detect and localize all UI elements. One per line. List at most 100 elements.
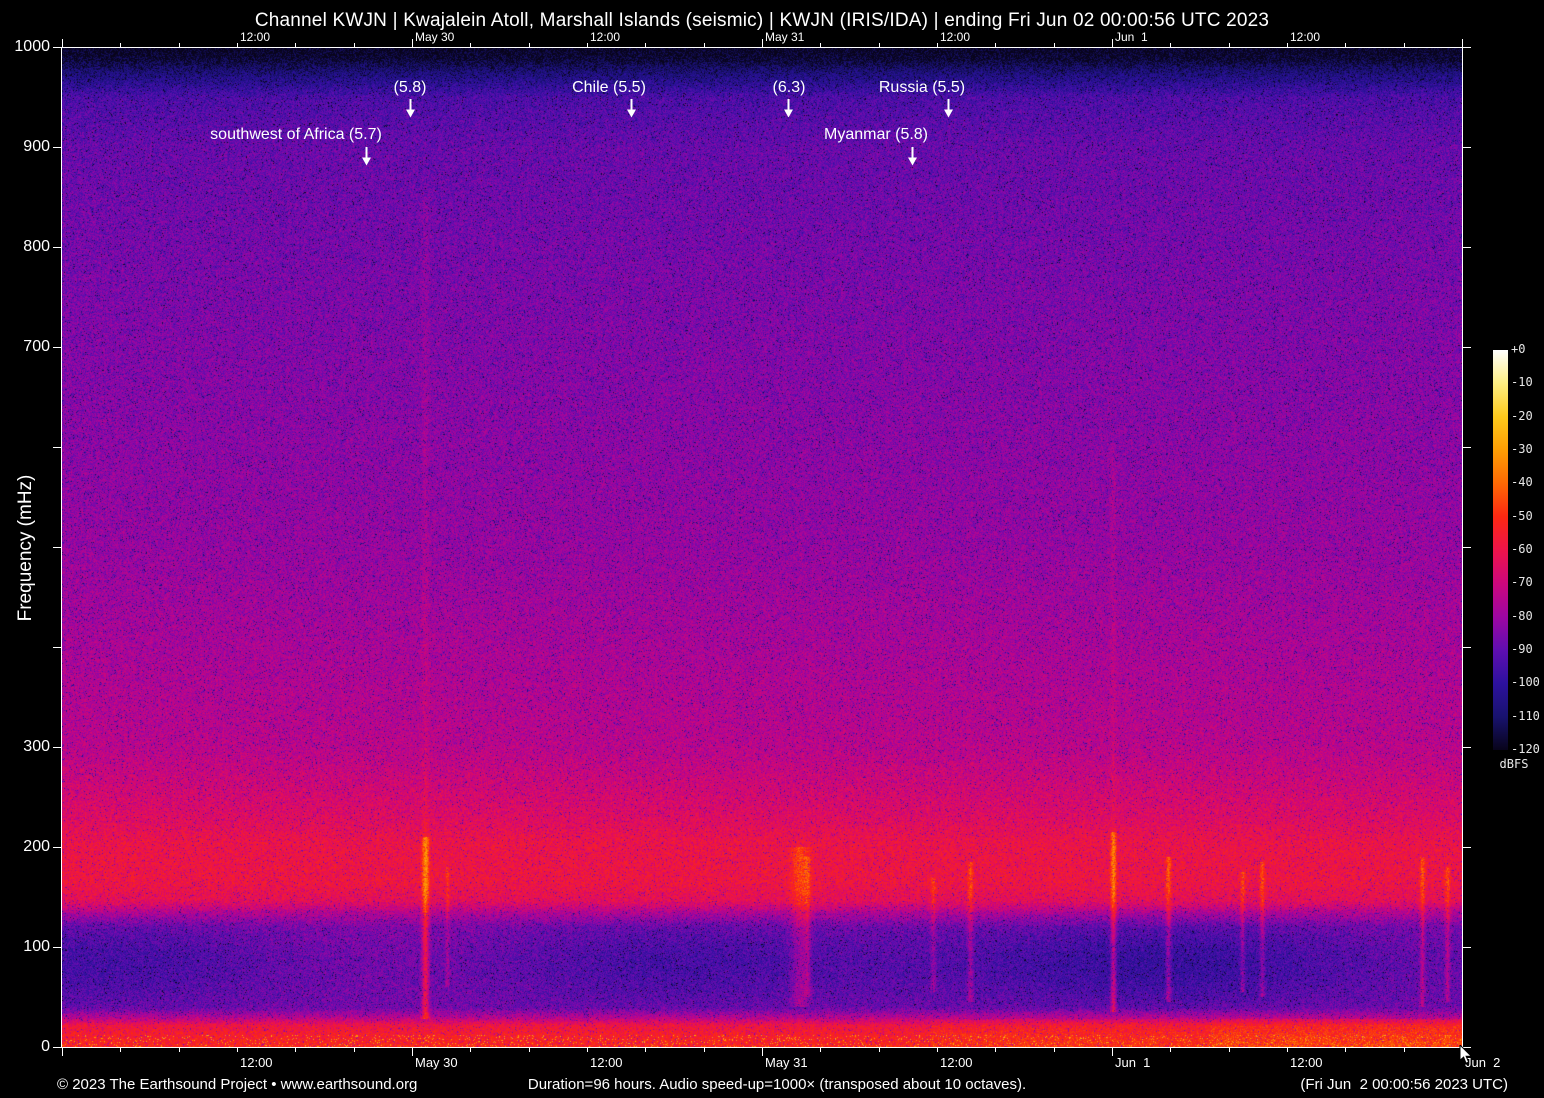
colorbar-tick-label: -60: [1511, 542, 1533, 556]
y-tick-label: 200: [23, 838, 50, 855]
x-tick-label-top: May 30: [415, 30, 455, 44]
x-tick-label-top: Jun 1: [1115, 30, 1148, 44]
y-tick-label: 1000: [14, 38, 50, 55]
axis-spine-left: [61, 47, 62, 1048]
x-tick-bottom: [470, 1048, 472, 1052]
colorbar-tick-label: -10: [1511, 375, 1533, 390]
x-tick-bottom: [1403, 1048, 1405, 1052]
y-tick-left: [53, 947, 61, 948]
earthquake-annotation-quake-chile: Chile (5.5): [572, 79, 646, 96]
x-tick-top: [1345, 43, 1347, 47]
x-tick-top: [470, 43, 472, 47]
x-tick-top: [295, 43, 297, 47]
y-tick-right: [1463, 147, 1471, 148]
colorbar-tick-label: -70: [1511, 575, 1533, 590]
earthquake-annotation-quake-sw-africa: southwest of Africa (5.7): [210, 126, 382, 143]
x-tick-bottom: [1287, 1048, 1288, 1052]
colorbar-gradient: [1493, 350, 1508, 750]
y-tick-left: [53, 1047, 61, 1048]
x-tick-top: [528, 43, 530, 47]
x-tick-top: [62, 39, 63, 47]
x-tick-label-top: 12:00: [1290, 30, 1321, 44]
y-tick-label: 0: [41, 1038, 50, 1055]
y-tick-left: [53, 247, 61, 248]
y-tick-right: [1463, 247, 1471, 248]
down-arrow-icon: [361, 147, 372, 171]
earthquake-annotation-quake-6p3: (6.3): [772, 79, 806, 96]
x-tick-bottom: [528, 1048, 530, 1052]
chart-title: Channel KWJN | Kwajalein Atoll, Marshall…: [254, 10, 1270, 31]
screenshot-root: Channel KWJN | Kwajalein Atoll, Marshall…: [0, 0, 1544, 1098]
x-tick-top: [995, 43, 997, 47]
x-tick-label-bottom: 12:00: [940, 1055, 973, 1070]
earthquake-annotation-quake-russia: Russia (5.5): [878, 79, 966, 96]
x-tick-bottom: [1053, 1048, 1055, 1052]
x-tick-label-bottom: May 31: [765, 1055, 808, 1070]
colorbar-tick-label: -40: [1511, 475, 1533, 490]
x-tick-top: [820, 43, 822, 47]
down-arrow-icon: [943, 99, 954, 123]
y-tick-right: [1463, 347, 1471, 348]
x-tick-top: [587, 43, 588, 47]
y-tick-left: [53, 347, 61, 348]
y-tick-right: [1463, 547, 1471, 548]
x-tick-bottom: [820, 1048, 822, 1052]
x-tick-bottom: [645, 1048, 647, 1052]
x-tick-top: [1228, 43, 1230, 47]
y-tick-left: [53, 47, 61, 48]
down-arrow-icon: [626, 99, 637, 123]
x-tick-bottom: [1228, 1048, 1230, 1052]
x-tick-top: [1170, 43, 1172, 47]
x-tick-bottom: [62, 1048, 63, 1056]
colorbar-tick-label: -110: [1511, 708, 1540, 723]
x-tick-top: [120, 43, 122, 47]
y-tick-left: [53, 547, 61, 548]
y-tick-label: 300: [23, 738, 50, 755]
colorbar-tick-label: +0: [1511, 342, 1526, 356]
y-tick-right: [1463, 947, 1471, 948]
y-tick-right: [1463, 447, 1471, 448]
x-tick-bottom: [237, 1048, 238, 1052]
x-tick-bottom: [178, 1048, 180, 1052]
y-tick-label: 900: [23, 138, 50, 155]
x-tick-bottom: [412, 1048, 413, 1056]
down-arrow-icon: [405, 99, 416, 123]
colorbar-tick-label: -30: [1511, 442, 1533, 456]
y-tick-label: 100: [23, 938, 50, 955]
x-tick-bottom: [587, 1048, 588, 1052]
y-tick-right: [1463, 747, 1471, 748]
x-tick-bottom: [1112, 1048, 1113, 1056]
x-tick-label-bottom: May 30: [415, 1055, 458, 1070]
x-tick-bottom: [703, 1048, 705, 1052]
spectrogram-plot-area: [62, 47, 1462, 1047]
x-tick-bottom: [120, 1048, 122, 1052]
y-tick-label: 800: [23, 238, 50, 255]
earthquake-annotation-quake-may30: (5.8): [393, 79, 427, 96]
colorbar-tick-label: -120: [1511, 742, 1540, 756]
x-tick-label-bottom: 12:00: [590, 1055, 623, 1070]
x-tick-top: [1112, 39, 1113, 47]
y-tick-left: [53, 747, 61, 748]
y-tick-left: [53, 147, 61, 148]
x-tick-label-top: 12:00: [240, 30, 271, 44]
x-tick-bottom: [353, 1048, 355, 1052]
end-timestamp-text: (Fri Jun 2 00:00:56 2023 UTC): [1300, 1076, 1508, 1093]
y-tick-left: [53, 447, 61, 448]
x-tick-bottom: [937, 1048, 938, 1052]
x-tick-top: [178, 43, 180, 47]
x-tick-bottom: [878, 1048, 880, 1052]
x-tick-bottom: [1345, 1048, 1347, 1052]
axis-spine-top: [61, 47, 1463, 48]
x-tick-top: [937, 43, 938, 47]
y-tick-label: 700: [23, 338, 50, 355]
down-arrow-icon: [907, 147, 918, 171]
x-tick-top: [703, 43, 705, 47]
x-tick-label-top: 12:00: [940, 30, 971, 44]
colorbar-unit-label: dBFS: [1499, 757, 1529, 771]
y-tick-right: [1463, 647, 1471, 648]
y-tick-right: [1463, 47, 1471, 48]
y-tick-left: [53, 847, 61, 848]
x-tick-label-top: May 31: [765, 30, 805, 44]
x-tick-top: [237, 43, 238, 47]
colorbar-tick-label: -80: [1511, 608, 1533, 623]
